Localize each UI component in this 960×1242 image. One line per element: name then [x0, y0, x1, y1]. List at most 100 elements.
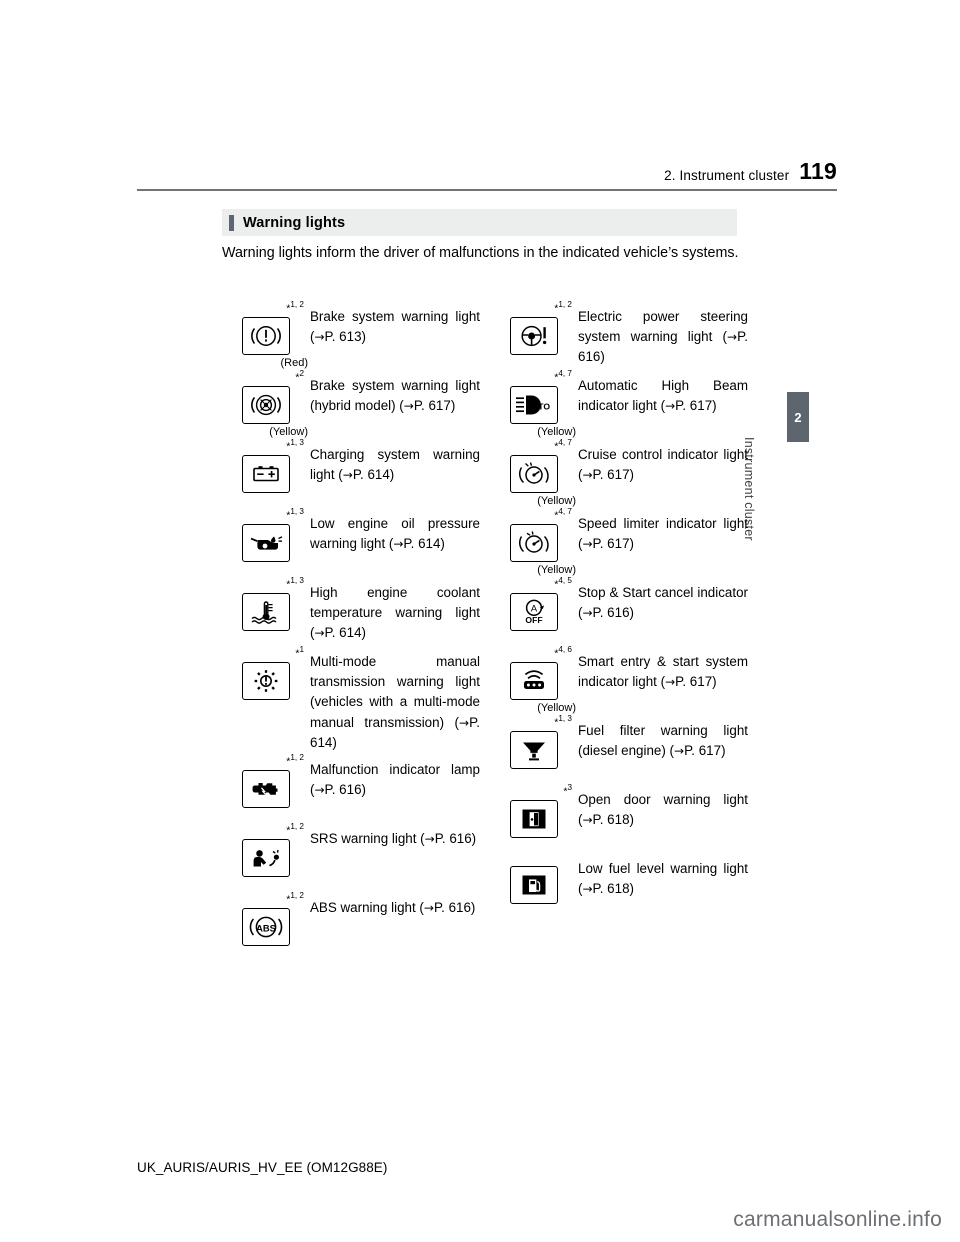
- symbol-colour-label: (Yellow): [537, 564, 576, 577]
- warning-light-description: Low engine oil pressure warning light (→…: [310, 516, 480, 552]
- automatic-high-beam-icon: AUTO: [510, 386, 558, 425]
- abs-warning-icon: ABS: [242, 907, 290, 946]
- footnote-marker: *1, 3: [286, 438, 304, 453]
- footnote-marker: *1: [295, 645, 304, 660]
- warning-light-description: Brake system warning light (→P. 613): [310, 309, 480, 345]
- warning-light-description: Brake system warning light (hybrid model…: [310, 378, 480, 414]
- warning-light-description: High engine coolant temperature warning …: [310, 585, 480, 641]
- page-number: 119: [799, 158, 837, 184]
- warning-light-row: *4, 6 (Yellow) Smart entry & start system…: [490, 645, 748, 714]
- stop-start-cancel-indicator-icon: A OFF: [510, 593, 558, 632]
- symbol-colour-label: [305, 879, 308, 891]
- warning-light-row: *4, 7 (Yellow) Speed limiter indicator li…: [490, 507, 748, 576]
- brake-system-warning-icon: [242, 317, 290, 356]
- header-divider: [137, 189, 837, 191]
- warning-light-row: *3 Open door warning light (→P. 618): [490, 783, 748, 852]
- cruise-control-indicator-icon: [510, 455, 558, 494]
- symbol-colour-label: (Red): [280, 357, 308, 370]
- warning-light-row: *4, 5 A OFF Stop & Start cancel indicato…: [490, 576, 748, 645]
- chapter-tab-number: 2: [794, 409, 802, 425]
- footnote-marker: *4, 5: [554, 576, 572, 591]
- footnote-marker: *3: [563, 783, 572, 798]
- symbol-colour-label: [573, 840, 576, 852]
- speed-limiter-indicator-icon: [510, 524, 558, 563]
- footer-document-code: UK_AURIS/AURIS_HV_EE (OM12G88E): [137, 1160, 388, 1175]
- warning-light-description: Open door warning light (→P. 618): [578, 792, 748, 828]
- warning-light-row: *1, 3 Low engine oil pressure warning li…: [222, 507, 480, 576]
- warning-light-row: *1, 2 SRS warning light (→P. 616): [222, 822, 480, 891]
- warning-light-symbol-cell: *1, 2: [222, 753, 310, 822]
- svg-text:A: A: [531, 604, 538, 615]
- warning-light-description: Stop & Start cancel indicator (→P. 616): [578, 585, 748, 621]
- warning-light-symbol-cell: *4, 5 A OFF: [490, 576, 578, 645]
- symbol-colour-label: [573, 771, 576, 783]
- symbol-colour-label: [573, 906, 576, 918]
- symbol-colour-label: (Yellow): [537, 426, 576, 439]
- warning-light-symbol-cell: *1, 2 ABS: [222, 891, 310, 960]
- warning-light-symbol-cell: *1, 3: [490, 714, 578, 783]
- warning-light-row: *2 (Yellow) Brake system warning light (h…: [222, 369, 480, 438]
- watermark: carmanualsonline.info: [733, 1208, 942, 1231]
- fuel-filter-warning-icon: [510, 731, 558, 770]
- warning-light-row: Low fuel level warning light (→P. 618): [490, 852, 748, 918]
- svg-text:OFF: OFF: [525, 615, 542, 625]
- symbol-colour-label: (Yellow): [269, 426, 308, 439]
- warning-light-description: Speed limiter indicator light (→P. 617): [578, 516, 748, 552]
- symbol-colour-label: [305, 948, 308, 960]
- footnote-marker: [569, 852, 572, 864]
- warning-light-symbol-cell: *1, 2: [490, 300, 578, 369]
- warning-light-description: SRS warning light (→P. 616): [310, 830, 477, 846]
- warning-light-symbol-cell: *4, 6 (Yellow): [490, 645, 578, 714]
- warning-lights-left-column: *1, 2 (Red) Brake system warning light (→…: [222, 300, 480, 960]
- warning-light-symbol-cell: *1: [222, 645, 310, 714]
- warning-light-symbol-cell: *1, 2 (Red): [222, 300, 310, 369]
- page-header: 2. Instrument cluster 119: [137, 160, 837, 191]
- symbol-colour-label: [305, 702, 308, 714]
- symbol-colour-label: [305, 810, 308, 822]
- footnote-marker: *4, 6: [554, 645, 572, 660]
- footnote-marker: *1, 3: [286, 576, 304, 591]
- warning-light-row: *1 Multi-mode manual transmission warnin…: [222, 645, 480, 753]
- symbol-colour-label: [573, 357, 576, 369]
- warning-light-description: Low fuel level warning light (→P. 618): [578, 861, 748, 897]
- open-door-warning-icon: [510, 800, 558, 839]
- footnote-marker: *1, 2: [286, 300, 304, 315]
- section-heading: Warning lights: [222, 209, 737, 236]
- footnote-marker: *1, 2: [554, 300, 572, 315]
- header-section-title: 2. Instrument cluster: [664, 168, 790, 183]
- footnote-marker: *1, 3: [554, 714, 572, 729]
- warning-light-row: *4, 7 AUTO (Yellow) Automatic High Beam i…: [490, 369, 748, 438]
- warning-light-symbol-cell: *2 (Yellow): [222, 369, 310, 438]
- high-engine-coolant-temperature-icon: [242, 593, 290, 632]
- low-fuel-level-warning-icon: [510, 865, 558, 904]
- section-intro-text: Warning lights inform the driver of malf…: [222, 245, 739, 261]
- symbol-colour-label: (Yellow): [537, 702, 576, 715]
- warning-light-row: *1, 2 Electric power steering system war…: [490, 300, 748, 369]
- footnote-marker: *2: [295, 369, 304, 384]
- warning-light-description: Multi-mode manual transmission warning l…: [310, 654, 480, 750]
- footnote-marker: *4, 7: [554, 507, 572, 522]
- electric-power-steering-warning-icon: [510, 317, 558, 356]
- warning-light-symbol-cell: *4, 7 (Yellow): [490, 507, 578, 576]
- brake-system-warning-hybrid-icon: [242, 386, 290, 425]
- warning-light-symbol-cell: *1, 3: [222, 576, 310, 645]
- warning-light-description: Automatic High Beam indicator light (→P.…: [578, 378, 748, 414]
- warning-light-row: *1, 2 (Red) Brake system warning light (→…: [222, 300, 480, 369]
- warning-light-symbol-cell: *3: [490, 783, 578, 852]
- svg-text:ABS: ABS: [256, 922, 276, 933]
- warning-light-description: Fuel filter warning light (diesel engine…: [578, 723, 748, 759]
- warning-light-description: Smart entry & start system indicator lig…: [578, 654, 748, 690]
- warning-light-symbol-cell: *1, 3: [222, 438, 310, 507]
- chapter-tab: 2: [787, 392, 809, 442]
- multi-mode-manual-transmission-warning-icon: [242, 662, 290, 701]
- section-accent-bar: [229, 214, 234, 231]
- footnote-marker: *4, 7: [554, 369, 572, 384]
- charging-system-warning-icon: [242, 455, 290, 494]
- warning-light-description: Malfunction indicator lamp (→P. 616): [310, 761, 480, 797]
- footnote-marker: *1, 2: [286, 890, 304, 906]
- svg-text:AUTO: AUTO: [526, 402, 551, 412]
- warning-light-description: Charging system warning light (→P. 614): [310, 447, 480, 483]
- warning-light-row: *1, 3 Charging system warning light (→P.…: [222, 438, 480, 507]
- symbol-colour-label: [305, 564, 308, 576]
- warning-light-description: Cruise control indicator light (→P. 617): [578, 447, 748, 483]
